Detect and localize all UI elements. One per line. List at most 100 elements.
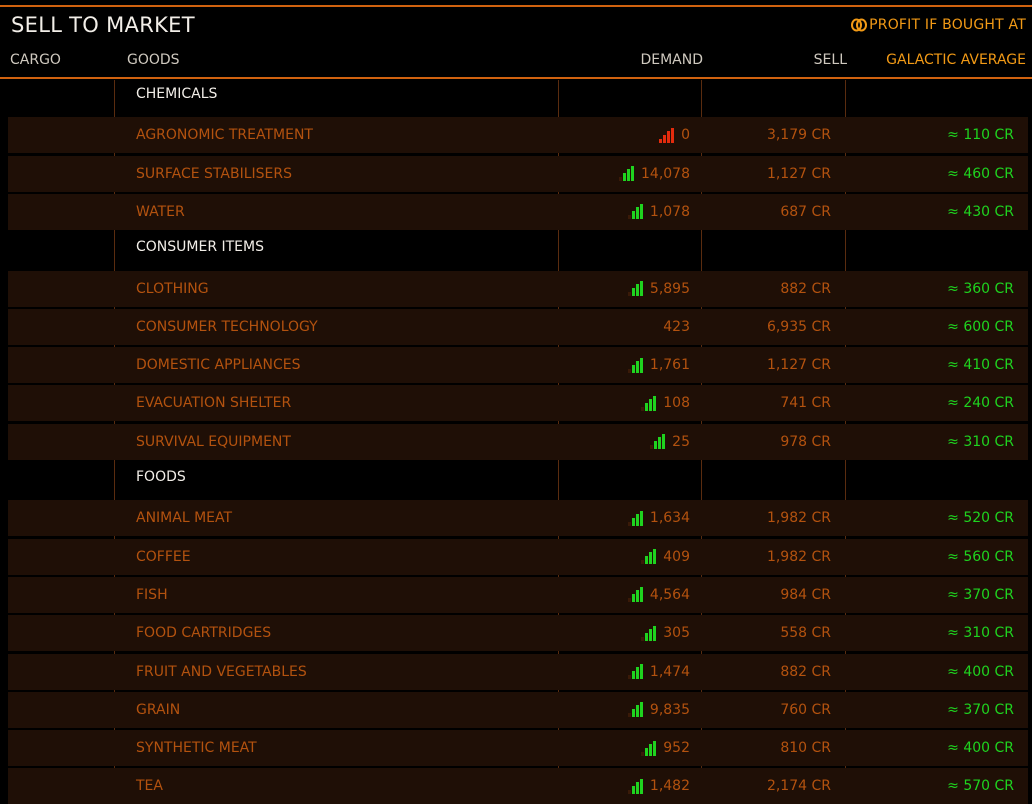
green-bars-icon <box>619 166 635 182</box>
sell-price: 978 CR <box>780 433 831 450</box>
sell-price: 6,935 CR <box>766 318 831 335</box>
sell-price: 810 CR <box>780 740 831 757</box>
green-bars-icon <box>627 204 644 220</box>
commodity-name: SURVIVAL EQUIPMENT <box>136 433 291 450</box>
green-bars-icon <box>650 434 666 450</box>
demand-value: 14,078 <box>641 165 690 182</box>
demand-cell: 4,564 <box>627 586 690 603</box>
green-bars-icon <box>641 395 657 411</box>
commodity-name: SURFACE STABILISERS <box>136 165 292 182</box>
commodity-row[interactable]: DOMESTIC APPLIANCES 1,761 1,127 CR ≈ 410 CR <box>8 347 1028 384</box>
demand-cell: 5,895 <box>627 280 690 297</box>
demand-value: 1,761 <box>649 357 690 374</box>
commodity-name: TEA <box>136 778 163 795</box>
sell-price: 1,982 CR <box>766 548 831 565</box>
category-row: CONSUMER ITEMS <box>0 231 1032 267</box>
header-demand[interactable]: DEMAND <box>640 52 703 68</box>
demand-value: 1,634 <box>649 510 690 527</box>
demand-cell: 952 <box>641 740 690 756</box>
demand-value: 305 <box>663 625 690 642</box>
profit-label: PROFIT IF BOUGHT AT <box>869 17 1026 33</box>
commodity-name: GRAIN <box>136 701 181 718</box>
commodity-row[interactable]: COFFEE 409 1,982 CR ≈ 560 CR <box>8 538 1028 575</box>
demand-cell: 305 <box>641 625 690 641</box>
demand-cell: 423 <box>663 319 690 335</box>
header-cargo[interactable]: CARGO <box>10 52 61 68</box>
commodity-name: ANIMAL MEAT <box>136 510 233 527</box>
sell-price: 882 CR <box>780 280 831 297</box>
commodity-row[interactable]: EVACUATION SHELTER 108 741 CR ≈ 240 CR <box>8 385 1028 422</box>
commodity-name: CONSUMER TECHNOLOGY <box>136 318 318 335</box>
sell-price: 687 CR <box>780 203 831 220</box>
green-bars-icon <box>627 510 644 526</box>
demand-value: 5,895 <box>649 280 690 297</box>
commodity-row[interactable]: CONSUMER TECHNOLOGY 423 6,935 CR ≈ 600 CR <box>8 308 1028 345</box>
demand-value: 25 <box>672 433 690 450</box>
category-label: CHEMICALS <box>136 86 218 102</box>
sell-price: 1,127 CR <box>766 165 831 182</box>
demand-value: 9,835 <box>649 701 690 718</box>
demand-value: 4,564 <box>649 586 690 603</box>
galactic-average-profit: ≈ 370 CR <box>947 701 1014 718</box>
demand-cell: 14,078 <box>619 166 690 182</box>
demand-value: 952 <box>663 740 690 757</box>
galactic-average-profit: ≈ 310 CR <box>947 433 1014 450</box>
green-bars-icon <box>627 587 644 603</box>
demand-value: 1,482 <box>649 778 690 795</box>
demand-cell: 1,761 <box>627 357 690 374</box>
commodity-row[interactable]: FOOD CARTRIDGES 305 558 CR ≈ 310 CR <box>8 615 1028 652</box>
sell-price: 558 CR <box>780 625 831 642</box>
commodity-row[interactable]: FISH 4,564 984 CR ≈ 370 CR <box>8 576 1028 613</box>
header-sell[interactable]: SELL <box>814 52 847 68</box>
demand-value: 108 <box>663 395 690 412</box>
top-divider <box>0 5 1032 7</box>
commodity-row[interactable]: TEA 1,482 2,174 CR ≈ 570 CR <box>8 768 1028 804</box>
galactic-average-profit: ≈ 520 CR <box>947 510 1014 527</box>
commodity-name: FOOD CARTRIDGES <box>136 625 272 642</box>
demand-cell: 9,835 <box>627 701 690 718</box>
demand-value: 1,474 <box>649 663 690 680</box>
demand-value: 1,078 <box>649 203 690 220</box>
galactic-average-profit: ≈ 240 CR <box>947 395 1014 412</box>
commodity-row[interactable]: SURFACE STABILISERS 14,078 1,127 CR ≈ 460 C… <box>8 155 1028 192</box>
sell-price: 1,127 CR <box>766 357 831 374</box>
commodity-row[interactable]: SURVIVAL EQUIPMENT 25 978 CR ≈ 310 CR <box>8 423 1028 460</box>
galactic-average-profit: ≈ 460 CR <box>947 165 1014 182</box>
header-goods[interactable]: GOODS <box>127 52 180 68</box>
category-label: FOODS <box>136 469 186 485</box>
profit-toggle[interactable]: PROFIT IF BOUGHT AT <box>851 17 1026 33</box>
galactic-average-profit: ≈ 370 CR <box>947 586 1014 603</box>
galactic-average-profit: ≈ 560 CR <box>947 548 1014 565</box>
header-galactic-average[interactable]: GALACTIC AVERAGE <box>886 52 1026 68</box>
galactic-average-profit: ≈ 310 CR <box>947 625 1014 642</box>
commodity-row[interactable]: AGRONOMIC TREATMENT 0 3,179 CR ≈ 110 CR <box>8 117 1028 154</box>
demand-cell: 0 <box>659 127 690 143</box>
green-bars-icon <box>627 664 644 679</box>
galactic-average-profit: ≈ 360 CR <box>947 280 1014 297</box>
commodity-row[interactable]: GRAIN 9,835 760 CR ≈ 370 CR <box>8 691 1028 728</box>
demand-cell: 1,634 <box>627 510 690 527</box>
sell-price: 2,174 CR <box>766 778 831 795</box>
demand-value: 0 <box>681 127 690 144</box>
green-bars-icon <box>641 625 657 641</box>
sell-price: 760 CR <box>780 701 831 718</box>
galactic-average-profit: ≈ 400 CR <box>947 740 1014 757</box>
galactic-average-profit: ≈ 570 CR <box>947 778 1014 795</box>
commodity-row[interactable]: FRUIT AND VEGETABLES 1,474 882 CR ≈ 400 CR <box>8 653 1028 690</box>
commodity-row[interactable]: SYNTHETIC MEAT 952 810 CR ≈ 400 CR <box>8 730 1028 767</box>
page-title: SELL TO MARKET <box>11 13 195 37</box>
demand-cell: 409 <box>641 549 690 565</box>
demand-cell: 1,078 <box>627 203 690 220</box>
galactic-average-profit: ≈ 410 CR <box>947 357 1014 374</box>
commodity-row[interactable]: CLOTHING 5,895 882 CR ≈ 360 CR <box>8 270 1028 307</box>
galactic-average-profit: ≈ 110 CR <box>947 127 1014 144</box>
category-row: CHEMICALS <box>0 78 1032 114</box>
commodity-row[interactable]: ANIMAL MEAT 1,634 1,982 CR ≈ 520 CR <box>8 500 1028 537</box>
commodity-name: WATER <box>136 203 185 220</box>
sell-price: 882 CR <box>780 663 831 680</box>
commodity-name: CLOTHING <box>136 280 209 297</box>
sell-price: 3,179 CR <box>766 127 831 144</box>
commodity-row[interactable]: WATER 1,078 687 CR ≈ 430 CR <box>8 193 1028 230</box>
sell-price: 1,982 CR <box>766 510 831 527</box>
sell-price: 741 CR <box>780 395 831 412</box>
